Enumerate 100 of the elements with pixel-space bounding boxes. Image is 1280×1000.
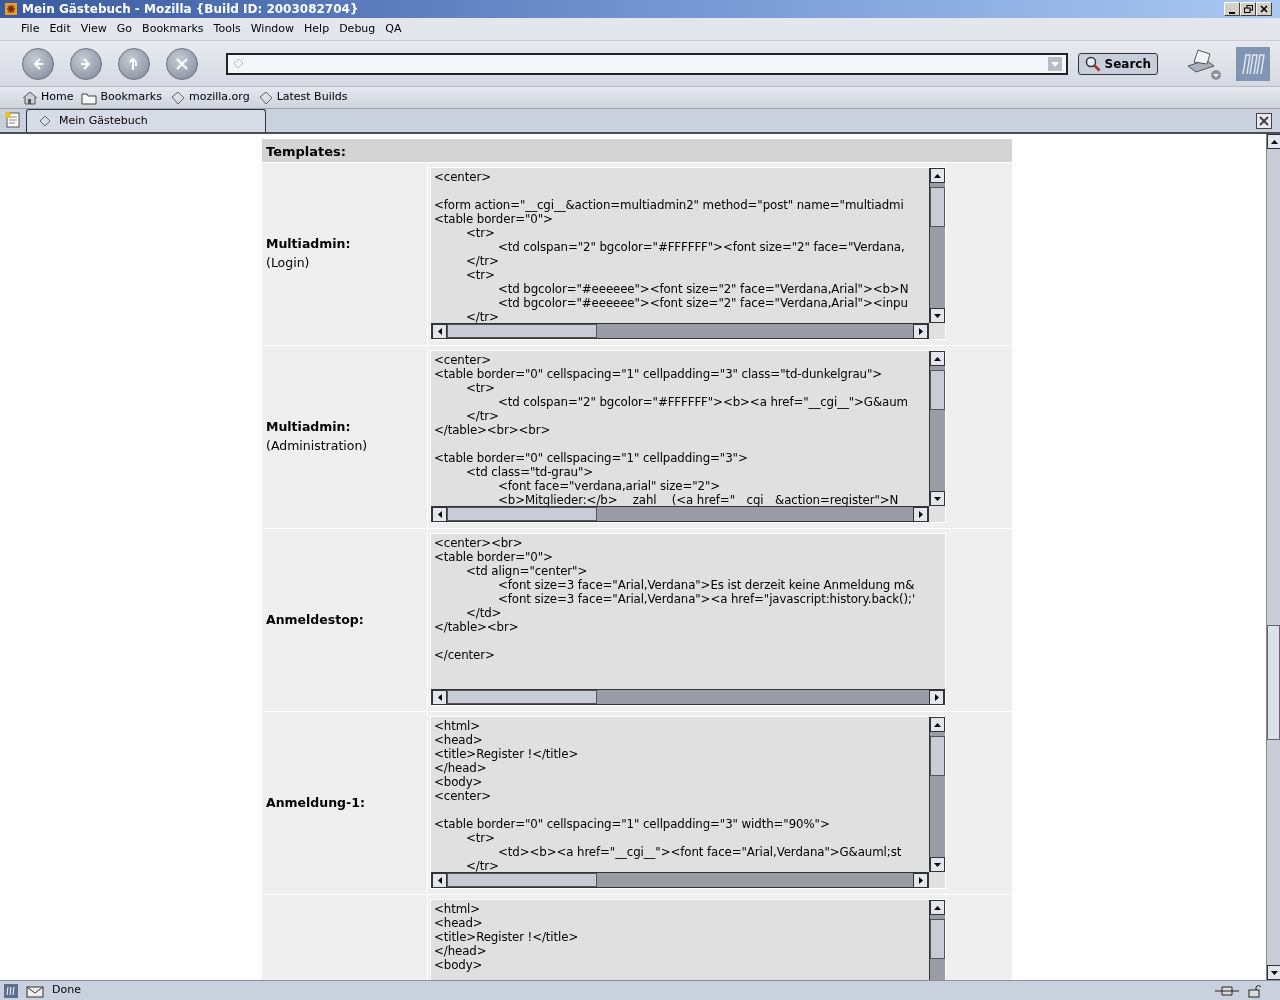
new-tab-icon[interactable] — [4, 111, 22, 129]
code-field[interactable]: <html> <head> <title>Register !</title> </head> <body> — [430, 899, 946, 980]
left-arrow-icon — [437, 877, 442, 884]
template-sublabel: (Administration) — [266, 437, 369, 455]
scroll-up-button[interactable] — [930, 900, 945, 915]
horizontal-scrollbar[interactable] — [431, 689, 945, 705]
menu-item[interactable]: QA — [380, 20, 407, 38]
left-arrow-icon — [437, 511, 442, 518]
scroll-right-button[interactable] — [913, 324, 928, 339]
scroll-up-button[interactable] — [1267, 134, 1280, 149]
scrollbar-thumb[interactable] — [447, 324, 597, 338]
horizontal-scrollbar[interactable] — [431, 323, 929, 339]
minimize-icon — [1229, 12, 1235, 15]
scroll-left-button[interactable] — [432, 507, 447, 522]
page-icon — [232, 57, 244, 70]
lock-icon — [1248, 983, 1262, 998]
status-text: Done — [52, 982, 82, 999]
menu-item[interactable]: Tools — [208, 20, 246, 38]
scrollbar-thumb[interactable] — [447, 507, 597, 521]
window-title: Mein Gästebuch - Mozilla {Build ID: 2003082704} — [22, 1, 360, 18]
template-label: Anmeldung-1: — [266, 793, 366, 812]
bookmark-link[interactable]: Latest Builds — [253, 89, 352, 106]
close-button[interactable] — [1256, 2, 1272, 16]
dropdown-icon — [1047, 56, 1062, 71]
bookmark-link[interactable]: Bookmarks — [77, 89, 166, 106]
home-icon — [22, 89, 38, 106]
home-button[interactable]: Home — [18, 89, 78, 106]
scroll-up-button[interactable] — [930, 168, 945, 183]
left-arrow-icon — [437, 694, 442, 701]
template-label: Multiadmin: — [266, 418, 352, 437]
tab[interactable]: Mein Gästebuch — [26, 109, 266, 132]
scroll-left-button[interactable] — [432, 873, 447, 888]
down-arrow-icon — [934, 313, 941, 318]
stop-button[interactable] — [166, 47, 198, 80]
scroll-down-button[interactable] — [930, 308, 945, 323]
scrollbar-thumb[interactable] — [1267, 625, 1280, 740]
right-arrow-icon — [918, 511, 923, 518]
page-icon — [39, 115, 51, 127]
address-field[interactable] — [226, 52, 1068, 75]
online-icon — [1214, 984, 1240, 997]
menu-item[interactable]: Go — [111, 20, 138, 38]
scroll-down-button[interactable] — [930, 857, 945, 872]
menu-item[interactable]: Help — [299, 20, 335, 38]
menu-item[interactable]: File — [16, 20, 45, 38]
down-arrow-icon — [934, 496, 941, 501]
scrollbar-thumb[interactable] — [930, 187, 945, 227]
template-sublabel: (Login) — [266, 254, 311, 272]
down-arrow-icon — [1271, 970, 1278, 975]
right-arrow-icon — [918, 877, 923, 884]
bookmark-icon — [169, 89, 186, 106]
bookmark-link[interactable]: mozilla.org — [165, 89, 254, 106]
code-field[interactable]: <center><br> <table border="0"> <td align="center"> <font size=3 face="Arial,Verdana">Es ist derzeit keine Anmeldung m& <font size=3 face="Arial,Verdana"><a href="javascript:history.back();' </td> </table><br> </center> — [430, 533, 946, 706]
close-tab-icon[interactable] — [1256, 113, 1272, 129]
reload-button[interactable] — [118, 47, 150, 80]
menu-item[interactable]: Bookmarks — [137, 20, 209, 38]
scroll-down-button[interactable] — [930, 491, 945, 506]
code-field[interactable]: <center> <table border="0" cellspacing="1" cellpadding="3" class="td-dunkelgrau"> <tr> <td colspan="2" bgcolor="#FFFFFF"><b><a href="__cgi__">G&aum </tr> </table><br><br> <table border="0" cellspacing="1" cellpadding="3"> <td class="td-grau"> <font face="verdana,arial" size="2"> <b>Mitglieder:</b> __zahl__ (<a href="__cgi__&action=register">N — [430, 350, 946, 523]
menu-item[interactable]: Window — [245, 20, 300, 38]
scroll-right-button[interactable] — [913, 507, 928, 522]
scrollbar-thumb[interactable] — [930, 736, 945, 776]
scroll-up-button[interactable] — [930, 351, 945, 366]
vertical-scrollbar[interactable] — [929, 168, 945, 323]
scrollbar-thumb[interactable] — [447, 873, 597, 887]
vertical-scrollbar[interactable] — [929, 717, 945, 872]
scroll-down-button[interactable] — [1267, 965, 1280, 980]
back-button[interactable] — [22, 47, 54, 80]
scroll-right-button[interactable] — [929, 690, 944, 705]
up-arrow-icon — [934, 356, 941, 361]
vertical-scrollbar[interactable] — [929, 351, 945, 506]
scrollbar-thumb[interactable] — [930, 370, 945, 410]
horizontal-scrollbar[interactable] — [431, 872, 929, 888]
left-arrow-icon — [437, 328, 442, 335]
page-scrollbar[interactable] — [1266, 134, 1280, 980]
scroll-left-button[interactable] — [432, 324, 447, 339]
scrollbar-thumb[interactable] — [930, 919, 945, 959]
code-field[interactable]: <center> <form action="__cgi__&action=multiadmin2" method="post" name="multiadmi <table border="0"> <tr> <td colspan="2" bgcolor="#FFFFFF"><font size="2" face="Verdana, </tr> <tr> <td bgcolor="#eeeeee"><font size="2" face="Verdana,Arial"><b>N <td bgcolor="#eeeeee"><font size="2" face="Verdana,Arial"><inpu </tr> — [430, 167, 946, 340]
scroll-left-button[interactable] — [432, 690, 447, 705]
right-arrow-icon — [918, 328, 923, 335]
scroll-up-button[interactable] — [930, 717, 945, 732]
up-arrow-icon — [934, 173, 941, 178]
template-label: Anmeldestop: — [266, 610, 365, 629]
maximize-button[interactable] — [1240, 2, 1256, 16]
menu-item[interactable]: Edit — [44, 20, 76, 38]
down-arrow-icon — [934, 862, 941, 867]
search-icon — [1084, 55, 1101, 72]
scroll-right-button[interactable] — [913, 873, 928, 888]
logo-icon[interactable] — [4, 983, 18, 998]
code-field[interactable]: <html> <head> <title>Register !</title> </head> <body> <center> <table border="0" cellspacing="1" cellpadding="3" width="90%"> <tr> <td><b><a href="__cgi__"><font face="Arial,Verdana">G&auml;st </tr> — [430, 716, 946, 889]
menu-item[interactable]: View — [75, 20, 112, 38]
forward-button[interactable] — [70, 47, 102, 80]
horizontal-scrollbar[interactable] — [431, 506, 929, 522]
restore-icon — [1243, 5, 1253, 13]
scrollbar-thumb[interactable] — [447, 690, 597, 704]
search-button[interactable]: Search — [1077, 52, 1158, 75]
template-label: Multiadmin: — [266, 235, 352, 254]
menu-item[interactable]: Debug — [334, 20, 381, 38]
minimize-button[interactable] — [1224, 2, 1240, 16]
close-icon — [1260, 5, 1268, 13]
mail-icon[interactable] — [26, 983, 44, 998]
section-heading: Templates: — [262, 139, 1012, 162]
